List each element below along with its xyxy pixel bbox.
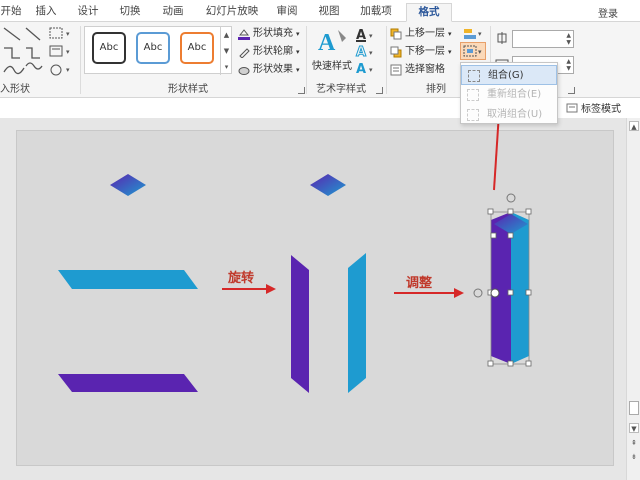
label-rotate: 旋转 bbox=[228, 271, 255, 286]
arrowhead-icon bbox=[266, 284, 276, 294]
menu-item-regroup-label: 重新组合(E) bbox=[487, 89, 542, 100]
group-menu: 组合(G) 重新组合(E) 取消组合(U) bbox=[460, 62, 558, 124]
menu-item-regroup[interactable]: 重新组合(E) bbox=[461, 85, 557, 105]
rotate-handle-icon[interactable] bbox=[473, 288, 483, 298]
cyan-parallelogram[interactable] bbox=[58, 270, 198, 289]
regroup-icon bbox=[467, 89, 479, 101]
purple-parallelogram[interactable] bbox=[58, 374, 198, 392]
group-icon bbox=[468, 70, 480, 82]
menu-item-ungroup-label: 取消组合(U) bbox=[487, 109, 543, 120]
diamond-shape[interactable] bbox=[310, 174, 346, 196]
diamond-shape[interactable] bbox=[110, 174, 146, 196]
rotate-handle-icon[interactable] bbox=[506, 193, 516, 203]
menu-item-ungroup[interactable]: 取消组合(U) bbox=[461, 105, 557, 125]
cyan-rotated-parallelogram[interactable] bbox=[348, 253, 366, 393]
label-adjust: 调整 bbox=[406, 276, 433, 291]
arrowhead-icon bbox=[454, 288, 464, 298]
menu-item-group-label: 组合(G) bbox=[488, 70, 524, 81]
cyan-combined-half[interactable] bbox=[511, 212, 529, 364]
ungroup-icon bbox=[467, 109, 479, 121]
menu-item-group[interactable]: 组合(G) bbox=[461, 65, 557, 85]
purple-rotated-parallelogram[interactable] bbox=[291, 255, 309, 393]
rotate-handle-icon[interactable] bbox=[490, 288, 500, 298]
